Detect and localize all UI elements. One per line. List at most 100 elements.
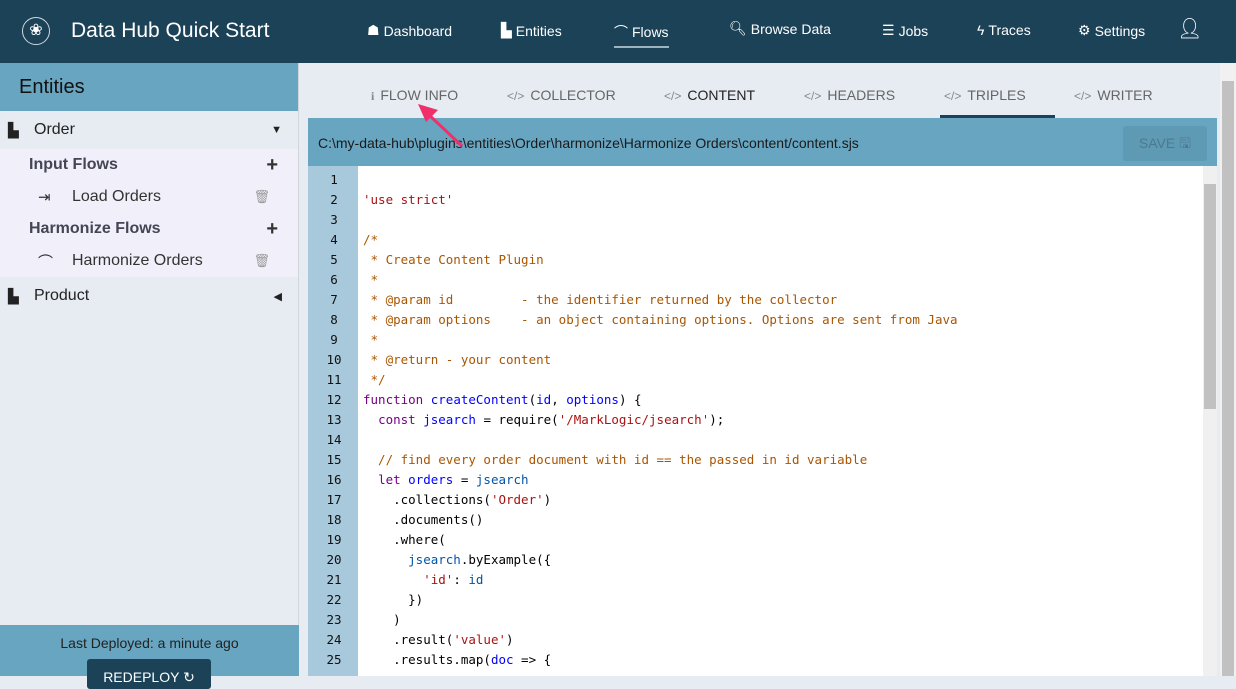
jobs-icon: ☰ [882,22,895,38]
nav-settings[interactable]: ⚙ Settings [1078,22,1145,39]
tab-headers[interactable]: </> HEADERS [804,87,895,103]
tab-label: CONTENT [687,87,756,103]
line-number-gutter: 1 2 3 4 5 6 7 8 9 10 11 12 13 14 15 16 17 18 19 20 21 22 23 24 2… [308,166,358,676]
nav-browse-data[interactable]: 🔍︎ Browse Data [729,20,831,37]
app-title[interactable]: Data Hub Quick Start [71,19,269,43]
code-line: .where( [363,530,958,550]
nav-dashboard[interactable]: ☗ Dashboard [367,22,452,39]
code-token: jsearch [423,412,476,427]
flow-harmonize-orders[interactable]: ⌒ Harmonize Orders 🗑︎ [0,245,298,277]
redeploy-label: REDEPLOY [103,669,180,685]
line-number: 4 [330,232,338,247]
code-line: let orders = jsearch [363,470,958,490]
page-scrollbar[interactable] [1220,63,1236,676]
code-icon: </> [944,89,962,103]
code-token: 'Order' [490,492,544,507]
code-token: */ [363,372,386,387]
code-token: .where( [363,532,446,547]
tab-content[interactable]: </> CONTENT [664,87,755,103]
nav-jobs[interactable]: ☰ Jobs [882,22,928,39]
code-token: function [363,392,424,407]
line-number: 12 [326,392,342,407]
save-label: SAVE [1138,135,1176,151]
scroll-thumb[interactable] [1204,184,1216,409]
code-token: jsearch [408,552,461,567]
code-token: const [378,412,416,427]
code-token: .result( [363,632,454,647]
line-number: 17 [326,492,342,507]
entity-product[interactable]: ▙ Product ◀ [0,277,298,315]
code-token: * [363,272,379,287]
logo-icon[interactable]: ❀ [22,17,50,45]
code-token: 'use strict' [363,192,454,207]
nav-label: Browse Data [750,20,831,37]
group-label: Input Flows [29,156,118,173]
flow-label: Load Orders [72,188,161,205]
code-line: .documents() [363,510,958,530]
file-path: C:\my-data-hub\plugins\entities\Order\ha… [318,135,859,151]
caret-down-icon[interactable]: ▼ [271,124,282,136]
line-number: 8 [330,312,338,327]
nav-label: Jobs [898,22,929,39]
code-editor[interactable]: 1 2 3 4 5 6 7 8 9 10 11 12 13 14 15 16 17 18 19 20 21 22 23 24 2… [308,166,1203,676]
trash-icon[interactable]: 🗑︎ [253,253,270,269]
line-number: 11 [326,372,342,387]
deploy-panel: Last Deployed: a minute ago REDEPLOY ↻ [0,625,299,689]
code-icon: </> [804,89,822,103]
top-navbar: ❀ Data Hub Quick Start ☗ Dashboard ▙ Entiti… [0,0,1236,63]
input-flows-header: Input Flows + [0,149,298,181]
nav-flows[interactable]: ⌒ Flows [614,22,669,48]
dashboard-icon: ☗ [367,22,380,38]
tab-triples[interactable]: </> TRIPLES [944,87,1026,103]
code-line: */ [363,370,958,390]
code-token: id [468,572,484,587]
code-token: * [363,332,379,347]
nav-label: Entities [515,22,562,39]
line-number: 25 [326,652,342,667]
line-number: 9 [330,332,338,347]
code-line: .collections('Order') [363,490,958,510]
code-token: jsearch [475,472,529,487]
caret-left-icon[interactable]: ◀ [274,290,282,303]
code-line: * [363,270,958,290]
code-token: ) [363,612,401,627]
code-token: * @return - your content [363,352,552,367]
save-button[interactable]: SAVE 🖫 [1123,126,1207,161]
code-token: id [536,392,552,407]
line-number: 7 [330,292,338,307]
code-line: * @return - your content [363,350,958,370]
code-token: }) [363,592,424,607]
last-deployed-text: Last Deployed: a minute ago [60,635,239,651]
add-input-flow-icon[interactable]: + [266,154,278,177]
code-token: createContent [430,392,529,407]
input-icon: ⇥ [38,189,51,206]
tab-collector[interactable]: </> COLLECTOR [507,87,616,103]
editor-scrollbar[interactable] [1203,166,1217,676]
line-number: 6 [330,272,338,287]
tab-writer[interactable]: </> WRITER [1074,87,1153,103]
nav-entities[interactable]: ▙ Entities [501,22,562,39]
trash-icon[interactable]: 🗑︎ [253,189,270,205]
code-line: }) [363,590,958,610]
code-token: orders [408,472,454,487]
line-number: 24 [326,632,342,647]
gear-icon: ⚙ [1078,22,1091,38]
code-line: ) [363,610,958,630]
redeploy-button[interactable]: REDEPLOY ↻ [87,659,211,689]
entity-order[interactable]: ▙ Order ▼ [0,111,298,149]
add-harmonize-flow-icon[interactable]: + [266,218,278,241]
tab-label: TRIPLES [967,87,1026,103]
code-line: 'id': id [363,570,958,590]
page-scroll-thumb[interactable] [1222,81,1234,676]
line-number: 22 [326,592,342,607]
nav-traces[interactable]: ϟ Traces [977,22,1031,38]
line-number: 23 [326,612,342,627]
code-token: * @param options - an object containing … [363,312,958,327]
user-icon[interactable]: 👤︎ [1177,16,1202,41]
flow-load-orders[interactable]: ⇥ Load Orders 🗑︎ [0,181,298,213]
nav-label: Flows [632,24,669,40]
